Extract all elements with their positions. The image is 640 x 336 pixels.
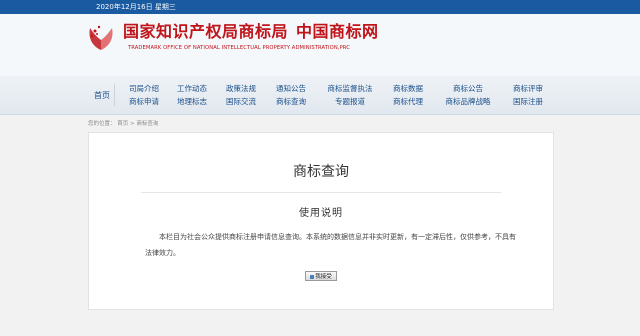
nav-column-7: 商标公告 商标品牌战略	[438, 82, 498, 108]
page-title: 商标查询	[293, 164, 349, 180]
site-subtitle: TRADEMARK OFFICE OF NATIONAL INTELLECTUA…	[128, 45, 350, 51]
nav-home-link[interactable]: 首页	[94, 90, 110, 101]
nav-link-trademark-data[interactable]: 商标数据	[378, 82, 438, 95]
breadcrumb-current: 商标查询	[136, 121, 159, 127]
nav-link-trademark-agency[interactable]: 商标代理	[378, 95, 438, 108]
nav-column-5: 商标监督执法 专题报道	[320, 82, 380, 108]
nav-column-4: 通知公告 商标查询	[261, 82, 321, 108]
nav-link-enforcement[interactable]: 商标监督执法	[320, 82, 380, 95]
title-divider	[141, 192, 501, 193]
nav-column-6: 商标数据 商标代理	[378, 82, 438, 108]
nav-link-brand-strategy[interactable]: 商标品牌战略	[438, 95, 498, 108]
nav-link-trademark-review[interactable]: 商标评审	[498, 82, 558, 95]
breadcrumb-separator: >	[130, 121, 135, 127]
nav-link-international-registration[interactable]: 国际注册	[498, 95, 558, 108]
nav-link-notices[interactable]: 通知公告	[261, 82, 321, 95]
nav-link-trademark-search[interactable]: 商标查询	[261, 95, 321, 108]
site-title-office: 国家知识产权局商标局	[123, 22, 289, 41]
breadcrumb-home-link[interactable]: 首页	[117, 121, 128, 127]
accept-button-label: 我接受	[315, 274, 332, 280]
content-panel: 商标查询 使用说明 本栏目为社会公众提供商标注册申请信息查询。本系统的数据信息并…	[88, 132, 554, 310]
site-title: 国家知识产权局商标局 中国商标网	[123, 22, 379, 42]
emblem-logo-icon	[89, 25, 113, 50]
breadcrumb: 您的位置： 首页 > 商标查询	[88, 120, 158, 128]
nav-column-8: 商标评审 国际注册	[498, 82, 558, 108]
date-text: 2020年12月16日 星期三	[96, 3, 176, 11]
breadcrumb-label: 您的位置：	[88, 121, 116, 127]
button-icon	[310, 274, 315, 279]
site-title-network: 中国商标网	[296, 22, 379, 41]
top-bar: 2020年12月16日 星期三	[0, 0, 640, 14]
accept-button[interactable]: 我接受	[305, 271, 337, 281]
main-nav: 首页 司局介绍 商标申请 工作动态 地理标志 政策法规 国际交流 通知公告 商标…	[0, 76, 640, 115]
nav-link-special-reports[interactable]: 专题报道	[320, 95, 380, 108]
usage-instructions-title: 使用说明	[299, 208, 343, 219]
usage-instructions-text: 本栏目为社会公众提供商标注册申请信息查询。本系统的数据信息并非实时更新，有一定滞…	[145, 233, 516, 257]
nav-link-trademark-gazette[interactable]: 商标公告	[438, 82, 498, 95]
